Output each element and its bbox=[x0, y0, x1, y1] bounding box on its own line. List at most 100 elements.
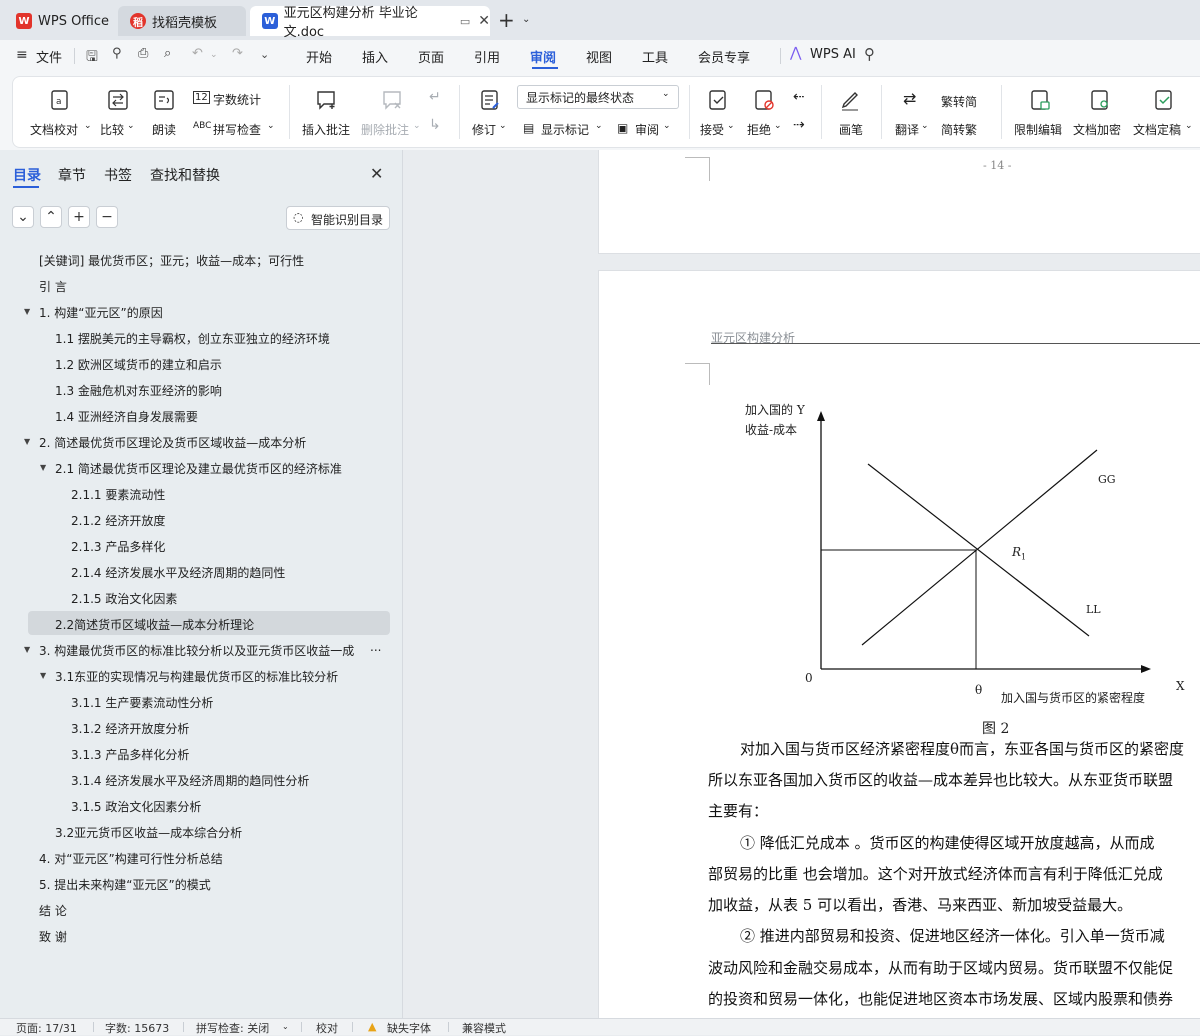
tab-wps-office[interactable]: W WPS Office bbox=[4, 6, 114, 36]
toc-item[interactable]: 3.2亚元货币区收益—成本综合分析 bbox=[55, 824, 242, 841]
nav-tab-chapters[interactable]: 章节 bbox=[58, 165, 86, 185]
chevron-down-icon[interactable]: ⌄ bbox=[84, 121, 92, 131]
toc-item[interactable]: 结 论 bbox=[39, 902, 67, 919]
encrypt-button[interactable]: 文档加密 bbox=[1073, 121, 1121, 138]
close-tab-icon[interactable]: ✕ bbox=[478, 13, 490, 29]
chevron-down-icon[interactable]: ⌄ bbox=[413, 121, 421, 131]
expand-level-button[interactable]: ⌃ bbox=[40, 206, 62, 228]
menu-member[interactable]: 会员专享 bbox=[698, 47, 750, 66]
print-preview-icon[interactable]: ⌕ bbox=[164, 46, 171, 61]
menu-page[interactable]: 页面 bbox=[418, 47, 444, 66]
accept-button[interactable]: 接受 bbox=[700, 121, 724, 138]
add-heading-button[interactable]: + bbox=[68, 206, 90, 228]
hamburger-icon[interactable]: ≡ bbox=[16, 47, 28, 63]
toc-item[interactable]: 4. 对“亚元区”构建可行性分析总结 bbox=[39, 850, 223, 867]
chevron-down-icon[interactable]: ⌄ bbox=[595, 121, 603, 131]
menu-review[interactable]: 审阅 bbox=[530, 47, 556, 66]
insert-comment-button[interactable]: 插入批注 bbox=[302, 121, 350, 138]
expand-arrow-icon[interactable]: ▼ bbox=[24, 307, 30, 316]
expand-arrow-icon[interactable]: ▼ bbox=[24, 645, 30, 654]
search-icon[interactable]: ⚲ bbox=[864, 45, 875, 63]
toc-item-selected[interactable]: 2.2简述货币区域收益—成本分析理论 bbox=[55, 616, 254, 633]
menu-wps-ai[interactable]: WPS AI bbox=[810, 47, 856, 62]
close-pane-icon[interactable]: ✕ bbox=[370, 164, 383, 183]
share-icon[interactable]: ⚲ bbox=[112, 46, 122, 61]
revise-button[interactable]: 修订 bbox=[472, 121, 496, 138]
reject-button[interactable]: 拒绝 bbox=[747, 121, 771, 138]
toc-item[interactable]: 3.1.5 政治文化因素分析 bbox=[71, 798, 201, 815]
tab-docer-templates[interactable]: 稻 找稻壳模板 bbox=[118, 6, 246, 36]
toc-item[interactable]: 致 谢 bbox=[39, 928, 67, 945]
spell-check-button[interactable]: 拼写检查 bbox=[213, 121, 261, 138]
nav-tab-find-replace[interactable]: 查找和替换 bbox=[150, 165, 220, 185]
toc-item[interactable]: 引 言 bbox=[39, 278, 67, 295]
chevron-down-icon[interactable]: ⌄ bbox=[663, 121, 671, 131]
toc-item[interactable]: 2.1.4 经济发展水平及经济周期的趋同性 bbox=[71, 564, 285, 581]
expand-arrow-icon[interactable]: ▼ bbox=[40, 463, 46, 472]
toc-item[interactable]: 3.1.2 经济开放度分析 bbox=[71, 720, 189, 737]
previous-comment-icon[interactable]: ↵ bbox=[429, 89, 441, 105]
undo-icon[interactable]: ↶ bbox=[192, 46, 203, 61]
previous-change-icon[interactable]: ⇠ bbox=[793, 89, 805, 105]
screen-icon[interactable]: ▭ bbox=[460, 15, 470, 28]
toc-item[interactable]: 5. 提出未来构建“亚元区”的模式 bbox=[39, 876, 211, 893]
toc-item[interactable]: 3.1.4 经济发展水平及经济周期的趋同性分析 bbox=[71, 772, 309, 789]
toc-item[interactable]: 3.1.3 产品多样化分析 bbox=[71, 746, 189, 763]
simplified-to-traditional-button[interactable]: 简转繁 bbox=[941, 121, 977, 138]
toc-item[interactable]: 2.1.1 要素流动性 bbox=[71, 486, 165, 503]
remove-heading-button[interactable]: − bbox=[96, 206, 118, 228]
next-comment-icon[interactable]: ↳ bbox=[429, 117, 441, 133]
chevron-down-icon[interactable]: ⌄ bbox=[921, 121, 929, 131]
save-icon[interactable]: 🖫 bbox=[86, 46, 98, 70]
show-markup-button[interactable]: 显示标记 bbox=[541, 121, 589, 138]
toc-item[interactable]: 1.4 亚洲经济自身发展需要 bbox=[55, 408, 198, 425]
menu-view[interactable]: 视图 bbox=[586, 47, 612, 66]
toc-item[interactable]: [关键词] 最优货币区；亚元；收益—成本；可行性 bbox=[39, 252, 304, 269]
display-mode-select[interactable]: 显示标记的最终状态 ⌄ bbox=[517, 85, 679, 109]
nav-tab-toc[interactable]: 目录 bbox=[13, 165, 41, 185]
nav-tab-bookmarks[interactable]: 书签 bbox=[104, 165, 132, 185]
restrict-edit-button[interactable]: 限制编辑 bbox=[1014, 121, 1062, 138]
chevron-down-icon[interactable]: ⌄ bbox=[522, 14, 530, 25]
expand-arrow-icon[interactable]: ▼ bbox=[24, 437, 30, 446]
chevron-down-icon[interactable]: ⌄ bbox=[499, 121, 507, 131]
expand-arrow-icon[interactable]: ▼ bbox=[40, 671, 46, 680]
menu-insert[interactable]: 插入 bbox=[362, 47, 388, 66]
menu-start[interactable]: 开始 bbox=[306, 47, 332, 66]
review-pane-button[interactable]: 审阅 bbox=[635, 121, 659, 138]
print-icon[interactable]: ⎙ bbox=[138, 46, 148, 61]
redo-icon[interactable]: ↷ bbox=[232, 46, 243, 61]
toc-item[interactable]: 2.1.5 政治文化因素 bbox=[71, 590, 177, 607]
chevron-down-icon[interactable]: ⌄ bbox=[727, 121, 735, 131]
menu-tools[interactable]: 工具 bbox=[642, 47, 668, 66]
more-chevron-icon[interactable]: ⌄ bbox=[260, 48, 269, 61]
pen-button[interactable]: 画笔 bbox=[839, 121, 863, 138]
traditional-to-simplified-button[interactable]: 繁转简 bbox=[941, 93, 977, 110]
toc-item[interactable]: 2.1.3 产品多样化 bbox=[71, 538, 165, 555]
next-change-icon[interactable]: ⇢ bbox=[793, 117, 805, 133]
word-count-button[interactable]: 字数统计 bbox=[213, 91, 261, 108]
translate-button[interactable]: 翻译 bbox=[895, 121, 919, 138]
toc-item[interactable]: 1.2 欧洲区域货币的建立和启示 bbox=[55, 356, 222, 373]
chevron-down-icon[interactable]: ⌄ bbox=[1185, 121, 1193, 131]
chevron-down-icon[interactable]: ⌄ bbox=[774, 121, 782, 131]
toc-item[interactable]: 2.1.2 经济开放度 bbox=[71, 512, 165, 529]
undo-dropdown-icon[interactable]: ⌄ bbox=[210, 50, 218, 60]
doc-check-button[interactable]: 文档校对 bbox=[30, 121, 78, 138]
toc-item[interactable]: 3. 构建最优货币区的标准比较分析以及亚元货币区收益一成 bbox=[39, 642, 354, 659]
menu-reference[interactable]: 引用 bbox=[474, 47, 500, 66]
delete-comment-button[interactable]: 删除批注 bbox=[361, 121, 409, 138]
smart-toc-button[interactable]: ◌ 智能识别目录 bbox=[286, 206, 390, 230]
toc-item[interactable]: 2.1 简述最优货币区理论及建立最优货币区的经济标准 bbox=[55, 460, 342, 477]
toc-item[interactable]: 1.3 金融危机对东亚经济的影响 bbox=[55, 382, 222, 399]
toc-item[interactable]: 2. 简述最优货币区理论及货币区域收益—成本分析 bbox=[39, 434, 306, 451]
toc-item[interactable]: 1. 构建“亚元区”的原因 bbox=[39, 304, 163, 321]
chevron-down-icon[interactable]: ⌄ bbox=[127, 121, 135, 131]
menu-file[interactable]: 文件 bbox=[36, 47, 62, 66]
read-aloud-button[interactable]: 朗读 bbox=[152, 121, 176, 138]
toc-item[interactable]: 3.1东亚的实现情况与构建最优货币区的标准比较分析 bbox=[55, 668, 338, 685]
toc-item[interactable]: 1.1 摆脱美元的主导霸权，创立东亚独立的经济环境 bbox=[55, 330, 330, 347]
tab-current-document[interactable]: W 亚元区构建分析 毕业论文.doc ▭ ✕ bbox=[250, 6, 490, 40]
more-icon[interactable]: ... bbox=[370, 640, 381, 654]
finalize-button[interactable]: 文档定稿 bbox=[1133, 121, 1181, 138]
